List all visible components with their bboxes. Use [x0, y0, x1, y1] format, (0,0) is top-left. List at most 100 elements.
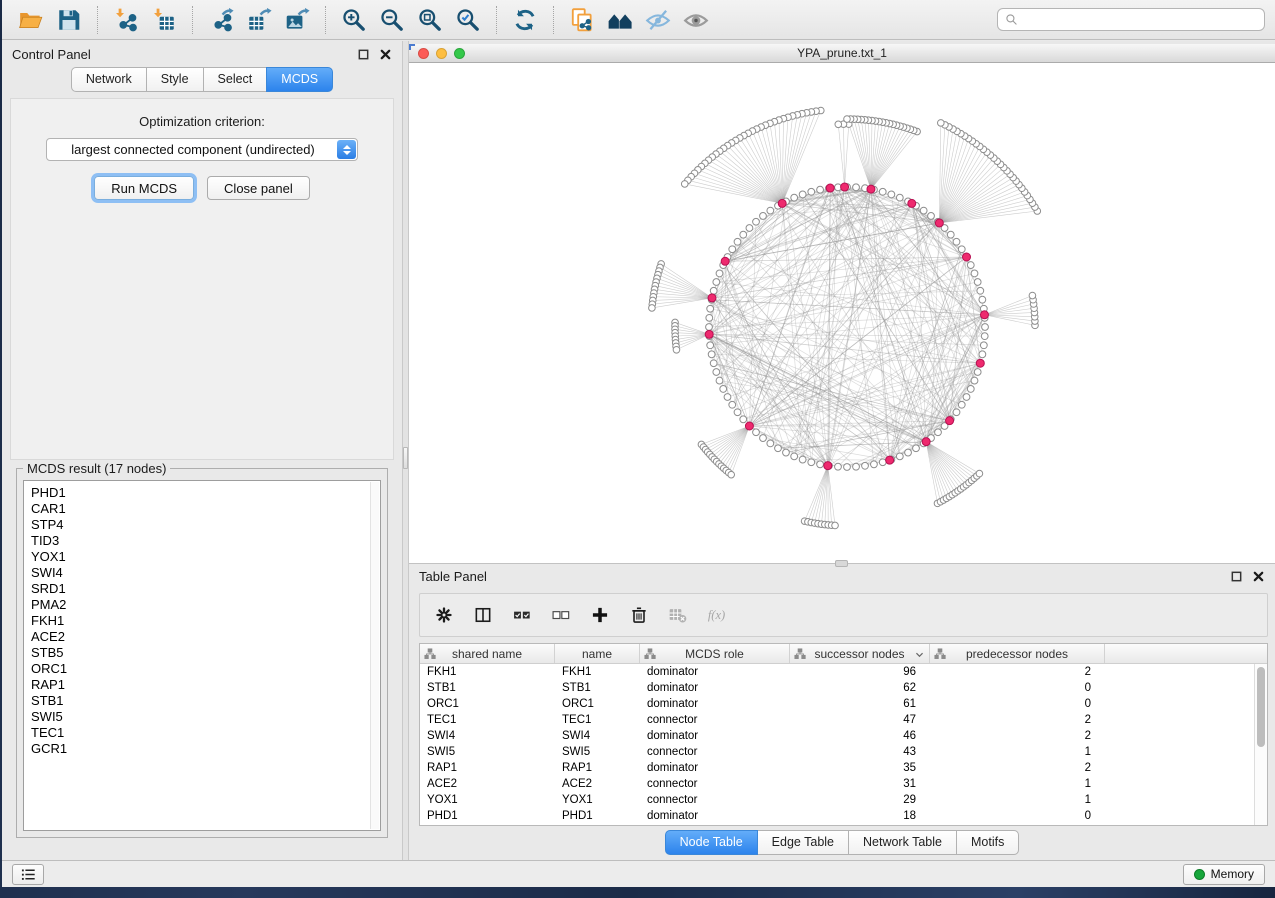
tab-node-table[interactable]: Node Table [665, 830, 758, 855]
splitter-handle[interactable] [403, 447, 408, 469]
table-cell[interactable]: dominator [640, 808, 790, 824]
table-cell[interactable]: dominator [640, 680, 790, 696]
table-cell[interactable]: YOX1 [420, 792, 555, 808]
table-cell[interactable]: 2 [930, 728, 1105, 744]
table-cell[interactable]: 18 [790, 808, 930, 824]
table-row[interactable]: SWI4SWI4dominator462 [420, 728, 1267, 744]
mcds-result-node[interactable]: SWI5 [24, 709, 380, 725]
column-header-mcds-role[interactable]: MCDS role [640, 644, 790, 663]
clone-network-button[interactable] [563, 4, 601, 36]
mcds-result-node[interactable]: YOX1 [24, 549, 380, 565]
open-file-button[interactable] [12, 4, 50, 36]
vertical-splitter[interactable] [402, 41, 409, 860]
table-cell[interactable]: dominator [640, 696, 790, 712]
column-header-name[interactable]: name [555, 644, 640, 663]
save-session-button[interactable] [50, 4, 88, 36]
zoom-selected-button[interactable] [449, 4, 487, 36]
mcds-result-node[interactable]: ORC1 [24, 661, 380, 677]
mcds-result-node[interactable]: STB1 [24, 693, 380, 709]
horizontal-splitter-handle[interactable] [835, 560, 848, 567]
table-row[interactable]: SWI5SWI5connector431 [420, 744, 1267, 760]
import-network-button[interactable] [107, 4, 145, 36]
close-panel-icon[interactable] [379, 48, 392, 61]
run-mcds-button[interactable]: Run MCDS [94, 176, 194, 200]
zoom-out-button[interactable] [373, 4, 411, 36]
table-scrollbar-thumb[interactable] [1257, 667, 1265, 747]
criterion-select[interactable]: largest connected component (undirected) [46, 138, 358, 161]
mcds-result-list[interactable]: PHD1CAR1STP4TID3YOX1SWI4SRD1PMA2FKH1ACE2… [23, 480, 381, 831]
table-cell[interactable]: YOX1 [555, 792, 640, 808]
mcds-result-node[interactable]: PMA2 [24, 597, 380, 613]
tab-mcds[interactable]: MCDS [266, 67, 333, 92]
maximize-window-icon[interactable] [454, 48, 465, 59]
mcds-result-node[interactable]: TID3 [24, 533, 380, 549]
table-cell[interactable]: RAP1 [555, 760, 640, 776]
tab-motifs[interactable]: Motifs [956, 830, 1019, 855]
table-row[interactable]: STB1STB1dominator620 [420, 680, 1267, 696]
table-cell[interactable]: TEC1 [555, 712, 640, 728]
search-box[interactable] [997, 8, 1265, 31]
table-cell[interactable]: 0 [930, 808, 1105, 824]
table-cell[interactable]: connector [640, 712, 790, 728]
table-cell[interactable]: dominator [640, 760, 790, 776]
table-cell[interactable]: dominator [640, 728, 790, 744]
table-cell[interactable]: 31 [790, 776, 930, 792]
network-window-titlebar[interactable]: YPA_prune.txt_1 [409, 44, 1275, 63]
table-cell[interactable]: SWI5 [420, 744, 555, 760]
table-cell[interactable]: ORC1 [555, 696, 640, 712]
table-cell[interactable]: ORC1 [420, 696, 555, 712]
memory-button[interactable]: Memory [1183, 864, 1265, 885]
table-options-button[interactable] [434, 605, 454, 625]
export-table-button[interactable] [240, 4, 278, 36]
table-cell[interactable]: TEC1 [420, 712, 555, 728]
table-cell[interactable]: 35 [790, 760, 930, 776]
table-row[interactable]: RAP1RAP1dominator352 [420, 760, 1267, 776]
table-cell[interactable]: 1 [930, 744, 1105, 760]
column-header-successor-nodes[interactable]: successor nodes [790, 644, 930, 663]
table-cell[interactable]: PHD1 [420, 808, 555, 824]
close-panel-icon[interactable] [1252, 570, 1265, 583]
table-cell[interactable]: STB1 [555, 680, 640, 696]
mcds-result-node[interactable]: TEC1 [24, 725, 380, 741]
table-cell[interactable]: FKH1 [555, 664, 640, 680]
zoom-fit-button[interactable] [411, 4, 449, 36]
table-cell[interactable]: dominator [640, 664, 790, 680]
table-cell[interactable]: 0 [930, 696, 1105, 712]
mcds-result-node[interactable]: STP4 [24, 517, 380, 533]
table-cell[interactable]: SWI4 [420, 728, 555, 744]
mcds-result-node[interactable]: CAR1 [24, 501, 380, 517]
table-cell[interactable]: 29 [790, 792, 930, 808]
table-scrollbar[interactable] [1254, 664, 1267, 825]
table-cell[interactable]: FKH1 [420, 664, 555, 680]
table-cell[interactable]: SWI5 [555, 744, 640, 760]
export-network-button[interactable] [202, 4, 240, 36]
table-cell[interactable]: connector [640, 776, 790, 792]
mcds-result-node[interactable]: FKH1 [24, 613, 380, 629]
table-row[interactable]: PHD1PHD1dominator180 [420, 808, 1267, 824]
column-header-predecessor-nodes[interactable]: predecessor nodes [930, 644, 1105, 663]
tab-edge-table[interactable]: Edge Table [757, 830, 849, 855]
task-history-button[interactable] [12, 864, 44, 885]
table-cell[interactable]: ACE2 [420, 776, 555, 792]
network-canvas[interactable] [409, 63, 1275, 563]
table-row[interactable]: ORC1ORC1dominator610 [420, 696, 1267, 712]
table-row[interactable]: TEC1TEC1connector472 [420, 712, 1267, 728]
table-cell[interactable]: 2 [930, 664, 1105, 680]
table-row[interactable]: YOX1YOX1connector291 [420, 792, 1267, 808]
mcds-result-node[interactable]: ACE2 [24, 629, 380, 645]
mcds-result-node[interactable]: SRD1 [24, 581, 380, 597]
deselect-all-rows-button[interactable] [551, 605, 571, 625]
import-table-button[interactable] [145, 4, 183, 36]
table-cell[interactable]: PHD1 [555, 808, 640, 824]
tab-style[interactable]: Style [146, 67, 204, 92]
table-cell[interactable]: 96 [790, 664, 930, 680]
table-cell[interactable]: ACE2 [555, 776, 640, 792]
table-cell[interactable]: 2 [930, 712, 1105, 728]
table-cell[interactable]: 43 [790, 744, 930, 760]
mcds-result-node[interactable]: SWI4 [24, 565, 380, 581]
float-panel-icon[interactable] [1230, 570, 1243, 583]
search-input[interactable] [1023, 13, 1257, 27]
export-image-button[interactable] [278, 4, 316, 36]
float-panel-icon[interactable] [357, 48, 370, 61]
table-cell[interactable]: 2 [930, 760, 1105, 776]
